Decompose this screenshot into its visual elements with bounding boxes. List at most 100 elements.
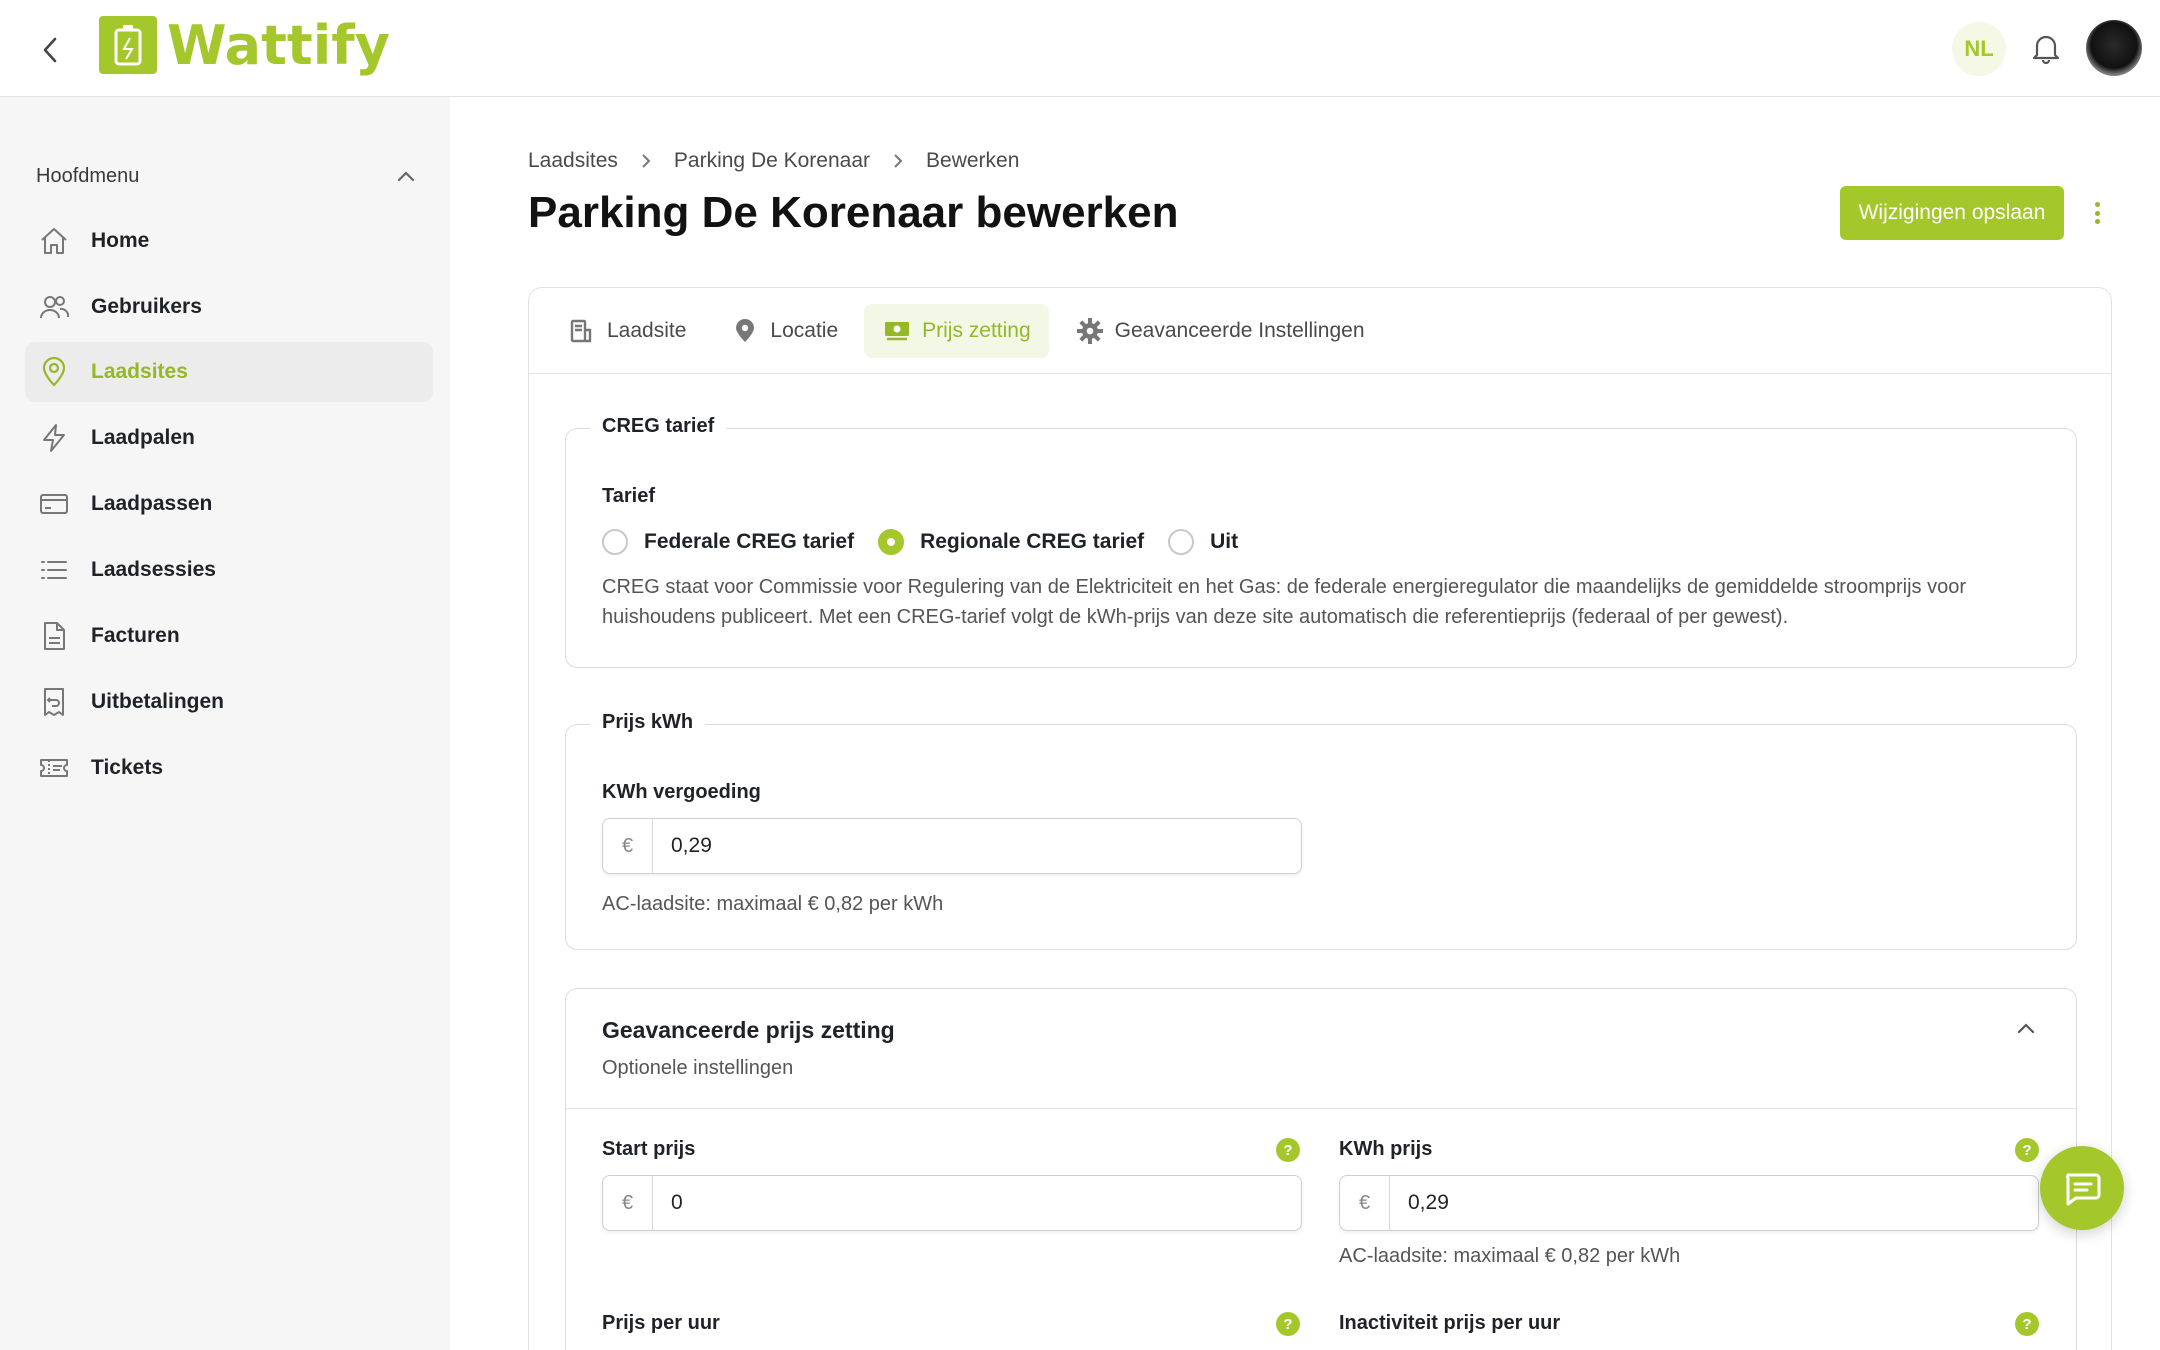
sidebar-item-label: Laadsites: [91, 360, 188, 383]
kwh-legend: Prijs kWh: [590, 711, 706, 734]
battery-logo-icon: [99, 16, 157, 74]
top-header: Wattify NL: [0, 0, 2160, 97]
breadcrumb-laadsites[interactable]: Laadsites: [528, 149, 618, 173]
bell-icon: [2032, 35, 2060, 64]
user-avatar[interactable]: [2086, 20, 2142, 76]
ticket-icon: [37, 751, 71, 785]
tab-bar: Laadsite Locatie Prijs zetting Geavancee…: [529, 288, 2111, 374]
help-icon[interactable]: ?: [1276, 1312, 1300, 1336]
tab-label: Locatie: [770, 318, 839, 342]
sidebar-item-laadsites[interactable]: Laadsites: [25, 342, 433, 402]
breadcrumb-current: Bewerken: [926, 149, 1020, 172]
radio-regionale[interactable]: [878, 529, 905, 555]
sidebar-item-label: Tickets: [91, 756, 163, 779]
list-icon: [37, 553, 71, 587]
chevron-right-icon: [640, 152, 652, 170]
radio-uit[interactable]: [1168, 529, 1195, 555]
sidebar-item-tickets[interactable]: Tickets: [25, 738, 433, 798]
chat-icon: [2066, 1173, 2101, 1206]
sidebar-item-label: Facturen: [91, 624, 180, 647]
sidebar: Hoofdmenu Home Gebruikers Laadsites Laad…: [0, 97, 450, 1350]
tab-geavanceerde-instellingen[interactable]: Geavanceerde Instellingen: [1057, 304, 1383, 358]
advanced-pricing-section: Geavanceerde prijs zetting Optionele ins…: [565, 988, 2077, 1350]
chevron-up-icon: [2017, 1023, 2035, 1034]
more-options-button[interactable]: [2086, 196, 2108, 230]
main-menu-toggle[interactable]: Hoofdmenu: [36, 161, 416, 191]
sidebar-item-laadpassen[interactable]: Laadpassen: [25, 474, 433, 534]
sidebar-item-home[interactable]: Home: [25, 211, 433, 271]
sidebar-item-label: Uitbetalingen: [91, 690, 225, 713]
advanced-title: Geavanceerde prijs zetting: [602, 1017, 895, 1043]
edit-card: Laadsite Locatie Prijs zetting Geavancee…: [528, 287, 2112, 1350]
tarief-label: Tarief: [602, 485, 655, 507]
chevron-up-icon: [397, 171, 415, 182]
breadcrumb-site[interactable]: Parking De Korenaar: [674, 149, 870, 173]
currency-prefix: €: [603, 1176, 653, 1230]
card-icon: [37, 487, 71, 521]
receipt-icon: [37, 685, 71, 719]
start-prijs-input-wrap: €: [602, 1175, 1302, 1231]
page-title: Parking De Korenaar bewerken: [528, 188, 1179, 237]
home-icon: [37, 224, 71, 258]
tab-label: Geavanceerde Instellingen: [1114, 318, 1365, 342]
help-icon[interactable]: ?: [2015, 1138, 2039, 1162]
sidebar-item-users[interactable]: Gebruikers: [25, 277, 433, 337]
tab-prijs-zetting[interactable]: Prijs zetting: [864, 303, 1049, 358]
sidebar-item-laadsessies[interactable]: Laadsessies: [25, 540, 433, 600]
advanced-pricing-header[interactable]: Geavanceerde prijs zetting Optionele ins…: [566, 989, 2076, 1109]
kwh-prijs-label: KWh prijs: [1339, 1138, 1433, 1160]
tab-label: Prijs zetting: [922, 318, 1031, 342]
building-icon: [567, 316, 597, 346]
radio-regionale-label[interactable]: Regionale CREG tarief: [920, 530, 1144, 554]
advanced-subtitle: Optionele instellingen: [602, 1057, 794, 1079]
tab-locatie[interactable]: Locatie: [712, 304, 856, 358]
sidebar-item-label: Laadpassen: [91, 492, 213, 515]
kwh-prijs-input-wrap: €: [1339, 1175, 2039, 1231]
kwh-prijs-input[interactable]: [1390, 1176, 2038, 1230]
sidebar-item-facturen[interactable]: Facturen: [25, 606, 433, 666]
users-icon: [37, 290, 71, 324]
chat-button[interactable]: [2040, 1146, 2124, 1230]
currency-prefix: €: [603, 819, 653, 873]
chevron-right-icon: [892, 152, 904, 170]
kebab-dot: [2094, 210, 2100, 216]
kwh-vergoeding-input[interactable]: [653, 819, 1301, 873]
sidebar-item-uitbetalingen[interactable]: Uitbetalingen: [25, 672, 433, 732]
start-prijs-input[interactable]: [653, 1176, 1301, 1230]
sidebar-item-label: Laadpalen: [91, 426, 195, 449]
help-icon[interactable]: ?: [2015, 1312, 2039, 1336]
sidebar-item-label: Gebruikers: [91, 295, 202, 318]
app-logo[interactable]: Wattify: [99, 13, 390, 77]
chevron-left-icon: [43, 37, 57, 63]
help-icon[interactable]: ?: [1276, 1138, 1300, 1162]
radio-federale-label[interactable]: Federale CREG tarief: [644, 530, 854, 554]
tarief-radio-group: Federale CREG tarief Regionale CREG tari…: [602, 529, 1262, 555]
kebab-dot: [2094, 202, 2100, 207]
back-button[interactable]: [30, 30, 70, 70]
kwh-hint: AC-laadsite: maximaal € 0,82 per kWh: [602, 893, 944, 915]
creg-description-line: huishoudens publiceert. Met een CREG-tar…: [602, 606, 1789, 628]
document-icon: [37, 619, 71, 653]
tab-laadsite[interactable]: Laadsite: [549, 304, 704, 358]
prijs-per-uur-label: Prijs per uur: [602, 1312, 720, 1334]
creg-fieldset: CREG tarief Tarief Federale CREG tarief …: [565, 415, 2077, 668]
sidebar-item-label: Laadsessies: [91, 558, 216, 581]
tab-label: Laadsite: [607, 318, 687, 342]
kebab-dot: [2094, 219, 2100, 224]
sidebar-item-label: Home: [91, 229, 150, 252]
creg-description-line: CREG staat voor Commissie voor Regulerin…: [602, 576, 1967, 598]
inactiviteit-label: Inactiviteit prijs per uur: [1339, 1312, 1561, 1334]
main-menu-title: Hoofdmenu: [36, 164, 140, 187]
currency-prefix: €: [1340, 1176, 1390, 1230]
kwh-prijs-hint: AC-laadsite: maximaal € 0,82 per kWh: [1339, 1245, 1681, 1267]
radio-federale[interactable]: [602, 529, 628, 555]
creg-description: CREG staat voor Commissie voor Regulerin…: [602, 572, 2052, 632]
sidebar-item-laadpalen[interactable]: Laadpalen: [25, 408, 433, 468]
save-changes-button[interactable]: Wijzigingen opslaan: [1840, 186, 2064, 240]
breadcrumb: Laadsites Parking De Korenaar Bewerken: [528, 146, 1019, 176]
kwh-fieldset: Prijs kWh KWh vergoeding € AC-laadsite: …: [565, 711, 2077, 950]
logo-text: Wattify: [167, 13, 390, 77]
radio-uit-label[interactable]: Uit: [1210, 530, 1238, 554]
language-switcher[interactable]: NL: [1952, 22, 2006, 76]
notifications-button[interactable]: [2026, 28, 2066, 68]
